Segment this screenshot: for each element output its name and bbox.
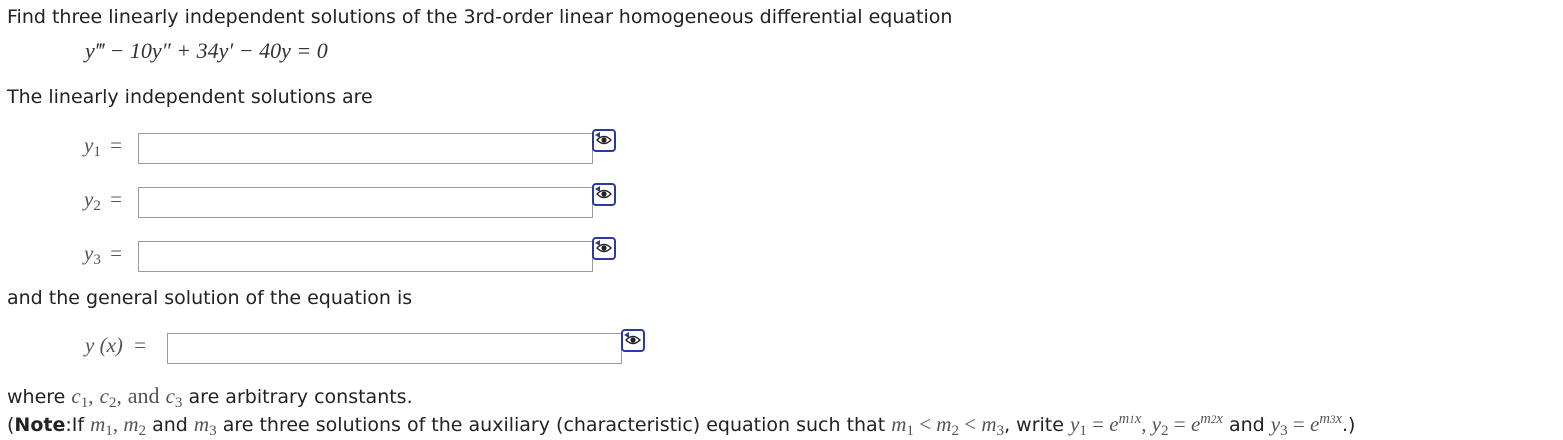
- y2-var: y: [84, 187, 94, 211]
- y3-eq: =: [110, 241, 122, 265]
- y1-label: y1 =: [84, 133, 122, 161]
- c2: c2,: [99, 384, 122, 411]
- y3-label: y3 =: [84, 241, 122, 269]
- general-lhs: y (x): [85, 333, 123, 357]
- y1-input[interactable]: [138, 133, 593, 164]
- differential-equation: y‴ − 10y″ + 34y′ − 40y = 0: [85, 38, 328, 64]
- y3-input[interactable]: [138, 241, 593, 272]
- constants-and: and: [127, 383, 160, 408]
- general-label: y (x) =: [85, 333, 146, 358]
- note-mid: are three solutions of the auxiliary (ch…: [222, 414, 886, 437]
- note-close: .): [1342, 414, 1356, 437]
- general-preview-button[interactable]: [621, 329, 645, 352]
- y1-var: y: [84, 133, 94, 157]
- y3-var: y: [84, 241, 94, 265]
- arrow-icon: [624, 332, 629, 338]
- note-y1-expr: y1 = em1x, y2 = em2x: [1070, 411, 1223, 439]
- note-lead: :If: [65, 414, 85, 437]
- c1: c1,: [71, 384, 94, 411]
- y3-preview-button[interactable]: [592, 237, 616, 260]
- y2-preview-button[interactable]: [592, 183, 616, 206]
- c3: c3: [165, 384, 183, 411]
- constants-suffix: are arbitrary constants.: [188, 386, 413, 408]
- y2-input[interactable]: [138, 187, 593, 218]
- y3-sub: 3: [93, 251, 101, 268]
- general-intro: and the general solution of the equation…: [7, 287, 413, 309]
- y2-label: y2 =: [84, 187, 122, 215]
- y2-sub: 2: [93, 197, 101, 214]
- eq-term-1: y‴: [85, 38, 105, 63]
- arrow-icon: [595, 186, 600, 192]
- note-write: , write: [1004, 414, 1064, 437]
- constants-note: where c1, c2, and c3 are arbitrary const…: [7, 383, 413, 412]
- general-solution-input[interactable]: [167, 333, 622, 364]
- constants-prefix: where: [7, 386, 66, 408]
- y1-preview-button[interactable]: [592, 129, 616, 152]
- eq-term-4: − 40y: [238, 38, 291, 63]
- eq-term-5: = 0: [296, 38, 328, 63]
- note-m-list: m1, m2: [90, 412, 147, 439]
- note-bold: Note: [14, 414, 66, 437]
- note-and-1: and: [152, 414, 188, 437]
- general-eq: =: [134, 333, 146, 357]
- solutions-intro: The linearly independent solutions are: [7, 86, 373, 108]
- y2-eq: =: [110, 187, 122, 211]
- arrow-icon: [595, 132, 600, 138]
- note-and-2: and: [1228, 414, 1265, 437]
- note-inequality: m1 < m2 < m3: [891, 412, 1005, 439]
- problem-prompt: Find three linearly independent solution…: [7, 6, 953, 28]
- y1-eq: =: [110, 133, 122, 157]
- note-line: (Note:If m1, m2 and m3 are three solutio…: [7, 411, 1355, 440]
- note-y3-expr: y3 = em3x: [1270, 411, 1342, 439]
- eq-term-3: + 34y′: [176, 38, 234, 63]
- arrow-icon: [595, 240, 600, 246]
- eq-term-2: − 10y″: [109, 38, 171, 63]
- note-m3: m3: [193, 412, 217, 439]
- y1-sub: 1: [93, 143, 101, 160]
